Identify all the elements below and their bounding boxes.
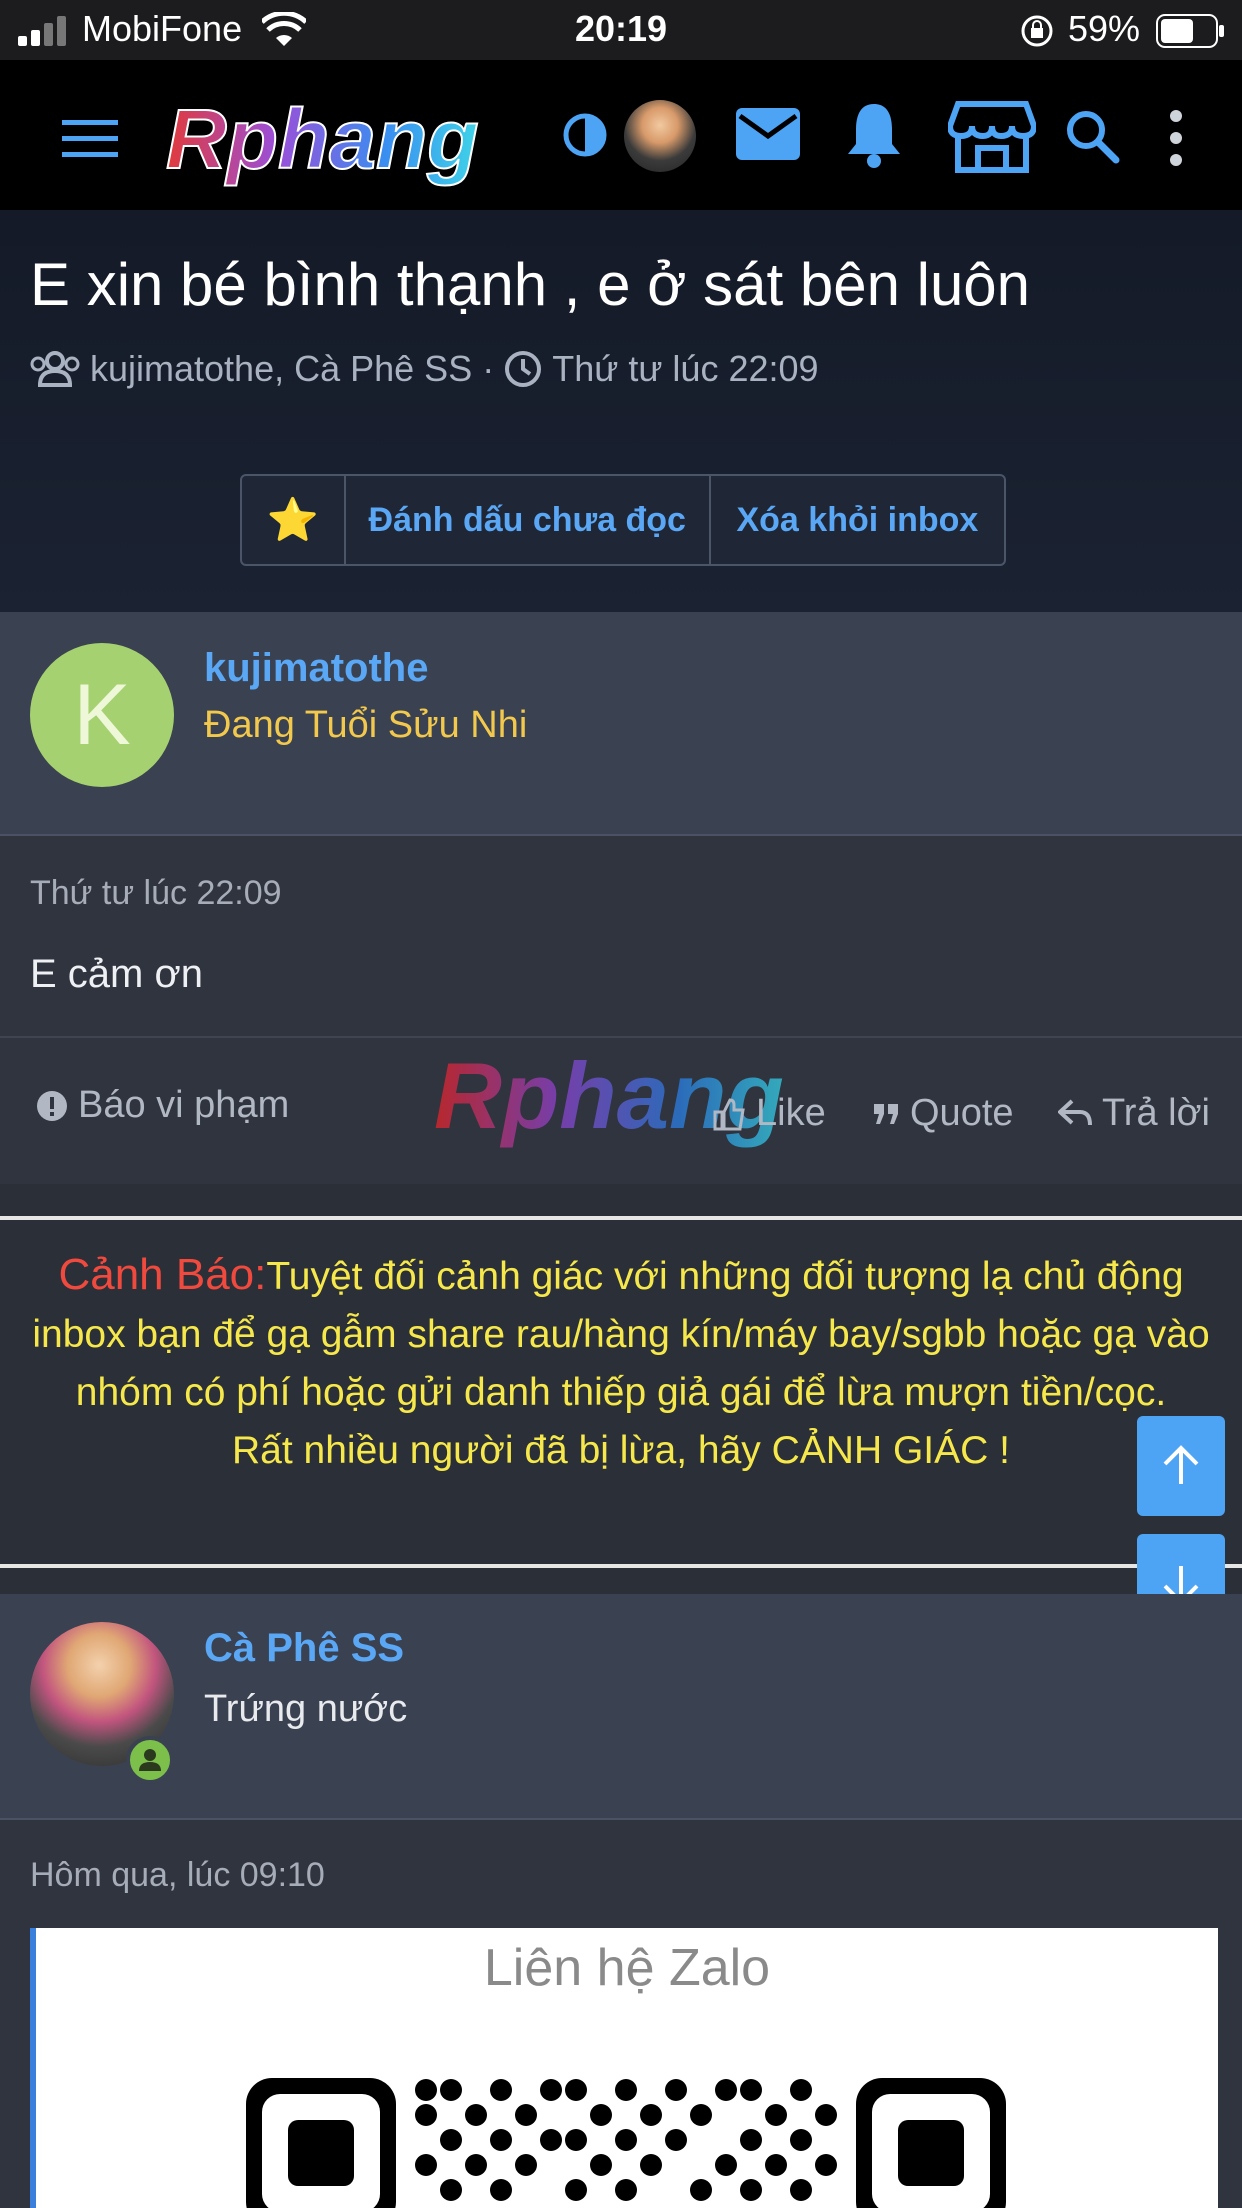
- online-status-icon: [126, 1736, 174, 1784]
- user-avatar[interactable]: [624, 100, 696, 172]
- thread-participants[interactable]: kujimatothe, Cà Phê SS: [90, 348, 472, 390]
- users-icon: [30, 351, 80, 387]
- warning-label: Cảnh Báo:: [58, 1250, 267, 1299]
- thread-title: E xin bé bình thạnh , e ở sát bên luôn: [30, 251, 1031, 318]
- svg-text:Rphang: Rphang: [166, 96, 479, 186]
- post2-username[interactable]: Cà Phê SS: [204, 1626, 404, 1671]
- post2-user-title: Trứng nước: [204, 1688, 408, 1730]
- rotation-lock-icon: [1021, 15, 1053, 47]
- thumbs-up-icon: [713, 1097, 745, 1130]
- battery-icon: [1156, 14, 1224, 48]
- contrast-icon[interactable]: [562, 112, 608, 158]
- post1-username[interactable]: kujimatothe: [204, 646, 428, 691]
- quote-label: Quote: [910, 1092, 1014, 1134]
- warning-text: Cảnh Báo:Tuyệt đối cảnh giác với những đ…: [20, 1246, 1222, 1480]
- report-button[interactable]: Báo vi phạm: [36, 1084, 289, 1127]
- zalo-qr-image[interactable]: Liên hệ Zalo: [30, 1928, 1218, 2208]
- arrow-up-icon: [1163, 1445, 1199, 1484]
- status-bar: MobiFone 20:19 59%: [0, 0, 1242, 60]
- thread-actions: ⭐ Đánh dấu chưa đọc Xóa khỏi inbox: [240, 474, 1006, 566]
- top-nav: Rphang: [0, 60, 1242, 210]
- clock-icon: [505, 351, 542, 387]
- qr-card-title: Liên hệ Zalo: [483, 1939, 771, 1997]
- alert-icon: [37, 1090, 67, 1121]
- qr-code: [246, 2078, 1006, 2208]
- post2-date[interactable]: Hôm qua, lúc 09:10: [30, 1856, 325, 1895]
- mail-icon[interactable]: [736, 108, 800, 160]
- store-icon[interactable]: [948, 98, 1036, 174]
- post1-date[interactable]: Thứ tư lúc 22:09: [30, 874, 282, 913]
- remove-inbox-button[interactable]: Xóa khỏi inbox: [711, 476, 1004, 564]
- bell-icon[interactable]: [846, 100, 902, 168]
- mark-unread-button[interactable]: Đánh dấu chưa đọc: [346, 476, 711, 564]
- reply-button[interactable]: Trả lời: [1058, 1092, 1210, 1135]
- quote-icon: [874, 1103, 898, 1124]
- battery-percent: 59%: [1068, 8, 1141, 49]
- scroll-top-button[interactable]: [1137, 1416, 1225, 1516]
- meta-separator: ·: [482, 348, 495, 389]
- reply-label: Trả lời: [1102, 1092, 1210, 1134]
- thread-date: Thứ tư lúc 22:09: [552, 348, 819, 389]
- quote-button[interactable]: Quote: [872, 1092, 1014, 1135]
- warning-body-2: Rất nhiều người đã bị lừa, hãy CẢNH GIÁC…: [232, 1429, 1010, 1472]
- post1-content: E cảm ơn: [30, 952, 203, 996]
- report-label: Báo vi phạm: [78, 1084, 290, 1126]
- post1-user-title: Đang Tuổi Sửu Nhi: [204, 704, 528, 746]
- clock: 20:19: [574, 8, 668, 49]
- star-button[interactable]: ⭐: [242, 476, 346, 564]
- site-logo[interactable]: Rphang: [160, 96, 520, 192]
- reply-icon: [1058, 1099, 1092, 1125]
- more-vertical-icon[interactable]: [1168, 108, 1184, 168]
- post2-user-block: [0, 1594, 1242, 1820]
- like-label: Like: [756, 1092, 826, 1134]
- post1-user-block: [0, 612, 1242, 836]
- thread-meta: kujimatothe, Cà Phê SS · Thứ tư lúc 22:0…: [30, 348, 819, 390]
- search-icon[interactable]: [1064, 108, 1120, 164]
- like-button[interactable]: Like: [712, 1092, 826, 1135]
- menu-icon[interactable]: [62, 118, 118, 158]
- post1-body: [0, 836, 1242, 1036]
- avatar[interactable]: K: [30, 643, 174, 787]
